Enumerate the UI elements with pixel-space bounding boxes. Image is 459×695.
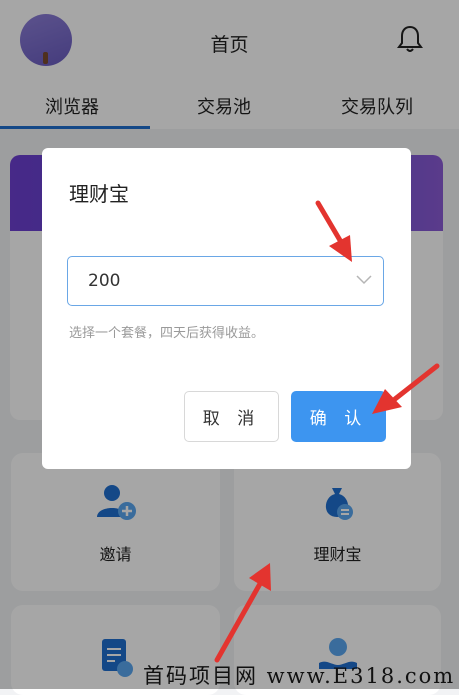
- confirm-button[interactable]: 确 认: [291, 391, 386, 442]
- dialog-title: 理财宝: [69, 182, 129, 206]
- plan-hint: 选择一个套餐，四天后获得收益。: [69, 326, 265, 341]
- wealth-dialog: 理财宝 200 选择一个套餐，四天后获得收益。 取 消 确 认: [42, 148, 411, 469]
- plan-select[interactable]: 200: [67, 256, 384, 306]
- chevron-down-icon: [356, 275, 372, 285]
- plan-select-value: 200: [88, 271, 121, 291]
- cancel-button[interactable]: 取 消: [184, 391, 279, 442]
- watermark: 首码项目网 www.E318.com: [143, 664, 456, 688]
